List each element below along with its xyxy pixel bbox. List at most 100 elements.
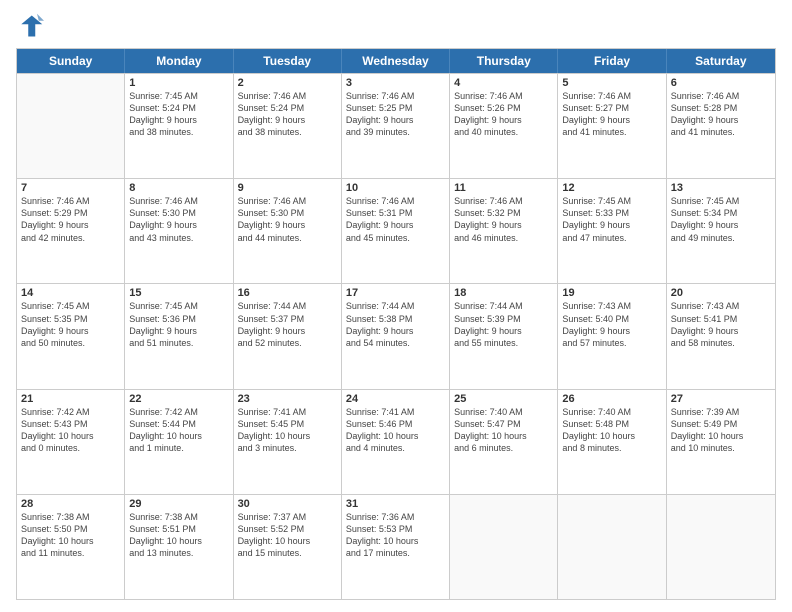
calendar-row: 28Sunrise: 7:38 AMSunset: 5:50 PMDayligh… — [17, 494, 775, 599]
cell-info-line: Sunrise: 7:46 AM — [238, 195, 337, 207]
calendar-cell: 21Sunrise: 7:42 AMSunset: 5:43 PMDayligh… — [17, 390, 125, 494]
cell-info-line: Daylight: 10 hours — [129, 430, 228, 442]
cell-info-line: Daylight: 9 hours — [129, 114, 228, 126]
calendar-cell: 6Sunrise: 7:46 AMSunset: 5:28 PMDaylight… — [667, 74, 775, 178]
cell-info-line: Daylight: 9 hours — [671, 219, 771, 231]
page: SundayMondayTuesdayWednesdayThursdayFrid… — [0, 0, 792, 612]
day-number: 31 — [346, 498, 445, 510]
cell-info-line: and 49 minutes. — [671, 232, 771, 244]
cell-info-line: Daylight: 10 hours — [454, 430, 553, 442]
cell-info-line: and 4 minutes. — [346, 442, 445, 454]
cell-info-line: and 45 minutes. — [346, 232, 445, 244]
cell-info-line: Sunrise: 7:41 AM — [238, 406, 337, 418]
cell-info-line: and 10 minutes. — [671, 442, 771, 454]
cell-info-line: Sunrise: 7:36 AM — [346, 511, 445, 523]
cell-info-line: Sunset: 5:26 PM — [454, 102, 553, 114]
cell-info-line: Sunrise: 7:44 AM — [238, 300, 337, 312]
cell-info-line: Sunset: 5:47 PM — [454, 418, 553, 430]
weekday-header: Tuesday — [234, 49, 342, 73]
cell-info-line: Sunset: 5:50 PM — [21, 523, 120, 535]
day-number: 19 — [562, 287, 661, 299]
cell-info-line: Daylight: 9 hours — [129, 325, 228, 337]
cell-info-line: Sunrise: 7:45 AM — [129, 90, 228, 102]
day-number: 23 — [238, 393, 337, 405]
day-number: 17 — [346, 287, 445, 299]
cell-info-line: Sunset: 5:31 PM — [346, 207, 445, 219]
cell-info-line: Sunrise: 7:42 AM — [129, 406, 228, 418]
cell-info-line: and 57 minutes. — [562, 337, 661, 349]
cell-info-line: Sunset: 5:53 PM — [346, 523, 445, 535]
cell-info-line: and 0 minutes. — [21, 442, 120, 454]
day-number: 5 — [562, 77, 661, 89]
weekday-header: Saturday — [667, 49, 775, 73]
cell-info-line: Sunset: 5:45 PM — [238, 418, 337, 430]
cell-info-line: and 44 minutes. — [238, 232, 337, 244]
weekday-header: Wednesday — [342, 49, 450, 73]
cell-info-line: and 55 minutes. — [454, 337, 553, 349]
cell-info-line: Sunset: 5:27 PM — [562, 102, 661, 114]
calendar-cell: 16Sunrise: 7:44 AMSunset: 5:37 PMDayligh… — [234, 284, 342, 388]
calendar-cell: 11Sunrise: 7:46 AMSunset: 5:32 PMDayligh… — [450, 179, 558, 283]
calendar-cell: 17Sunrise: 7:44 AMSunset: 5:38 PMDayligh… — [342, 284, 450, 388]
cell-info-line: Sunset: 5:37 PM — [238, 313, 337, 325]
day-number: 1 — [129, 77, 228, 89]
cell-info-line: Sunrise: 7:46 AM — [562, 90, 661, 102]
cell-info-line: Sunrise: 7:43 AM — [562, 300, 661, 312]
header — [16, 12, 776, 40]
cell-info-line: Sunrise: 7:46 AM — [671, 90, 771, 102]
cell-info-line: Daylight: 10 hours — [21, 430, 120, 442]
calendar-cell: 31Sunrise: 7:36 AMSunset: 5:53 PMDayligh… — [342, 495, 450, 599]
calendar-cell: 4Sunrise: 7:46 AMSunset: 5:26 PMDaylight… — [450, 74, 558, 178]
cell-info-line: and 17 minutes. — [346, 547, 445, 559]
calendar-cell: 19Sunrise: 7:43 AMSunset: 5:40 PMDayligh… — [558, 284, 666, 388]
cell-info-line: Daylight: 9 hours — [238, 219, 337, 231]
cell-info-line: Daylight: 9 hours — [238, 325, 337, 337]
day-number: 6 — [671, 77, 771, 89]
day-number: 8 — [129, 182, 228, 194]
cell-info-line: Sunrise: 7:37 AM — [238, 511, 337, 523]
calendar-cell: 27Sunrise: 7:39 AMSunset: 5:49 PMDayligh… — [667, 390, 775, 494]
day-number: 7 — [21, 182, 120, 194]
cell-info-line: Sunset: 5:24 PM — [238, 102, 337, 114]
day-number: 13 — [671, 182, 771, 194]
day-number: 25 — [454, 393, 553, 405]
cell-info-line: and 40 minutes. — [454, 126, 553, 138]
cell-info-line: Sunrise: 7:46 AM — [129, 195, 228, 207]
cell-info-line: Sunset: 5:24 PM — [129, 102, 228, 114]
cell-info-line: Sunrise: 7:45 AM — [21, 300, 120, 312]
cell-info-line: Daylight: 9 hours — [21, 325, 120, 337]
cell-info-line: Daylight: 9 hours — [346, 219, 445, 231]
cell-info-line: Daylight: 10 hours — [238, 535, 337, 547]
cell-info-line: Sunset: 5:44 PM — [129, 418, 228, 430]
day-number: 10 — [346, 182, 445, 194]
day-number: 18 — [454, 287, 553, 299]
cell-info-line: Sunset: 5:33 PM — [562, 207, 661, 219]
weekday-header: Monday — [125, 49, 233, 73]
cell-info-line: Sunrise: 7:38 AM — [21, 511, 120, 523]
calendar-cell: 20Sunrise: 7:43 AMSunset: 5:41 PMDayligh… — [667, 284, 775, 388]
calendar-cell: 3Sunrise: 7:46 AMSunset: 5:25 PMDaylight… — [342, 74, 450, 178]
cell-info-line: Daylight: 10 hours — [671, 430, 771, 442]
cell-info-line: and 15 minutes. — [238, 547, 337, 559]
day-number: 9 — [238, 182, 337, 194]
cell-info-line: and 8 minutes. — [562, 442, 661, 454]
cell-info-line: Sunset: 5:40 PM — [562, 313, 661, 325]
calendar-cell: 24Sunrise: 7:41 AMSunset: 5:46 PMDayligh… — [342, 390, 450, 494]
cell-info-line: Sunset: 5:30 PM — [238, 207, 337, 219]
cell-info-line: and 51 minutes. — [129, 337, 228, 349]
cell-info-line: Sunset: 5:35 PM — [21, 313, 120, 325]
calendar-cell: 13Sunrise: 7:45 AMSunset: 5:34 PMDayligh… — [667, 179, 775, 283]
cell-info-line: Sunrise: 7:44 AM — [454, 300, 553, 312]
day-number: 12 — [562, 182, 661, 194]
cell-info-line: and 38 minutes. — [129, 126, 228, 138]
calendar-cell: 2Sunrise: 7:46 AMSunset: 5:24 PMDaylight… — [234, 74, 342, 178]
calendar-header: SundayMondayTuesdayWednesdayThursdayFrid… — [17, 49, 775, 73]
cell-info-line: Sunset: 5:49 PM — [671, 418, 771, 430]
day-number: 29 — [129, 498, 228, 510]
cell-info-line: Daylight: 10 hours — [346, 535, 445, 547]
cell-info-line: Sunset: 5:32 PM — [454, 207, 553, 219]
cell-info-line: Daylight: 9 hours — [129, 219, 228, 231]
calendar-cell: 30Sunrise: 7:37 AMSunset: 5:52 PMDayligh… — [234, 495, 342, 599]
calendar-body: 1Sunrise: 7:45 AMSunset: 5:24 PMDaylight… — [17, 73, 775, 599]
day-number: 27 — [671, 393, 771, 405]
